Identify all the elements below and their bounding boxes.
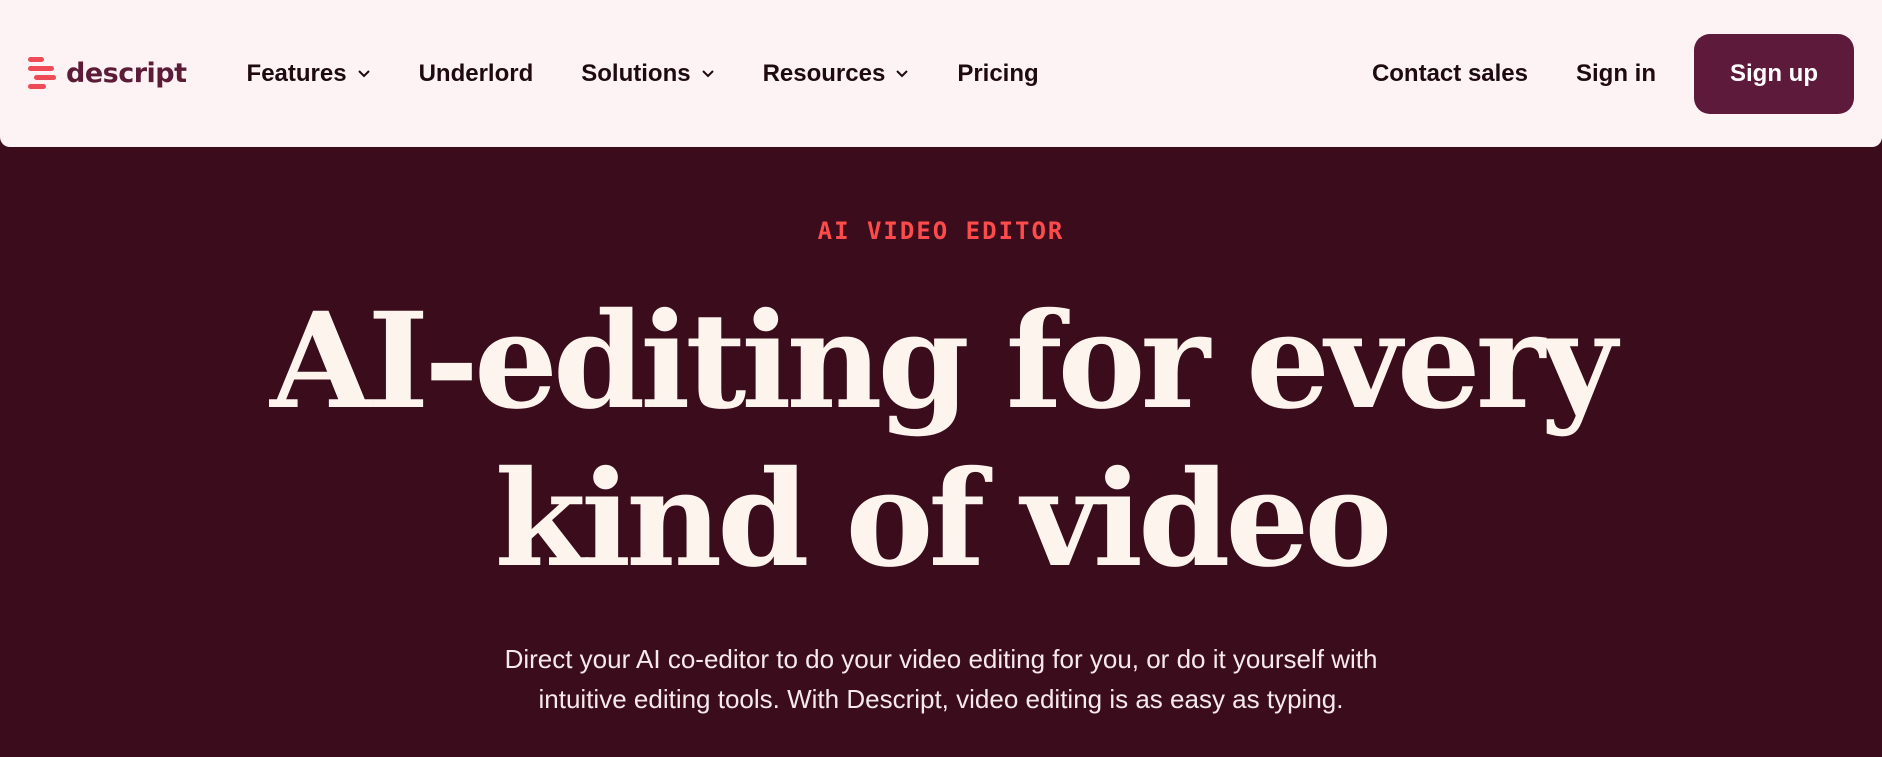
nav-item-pricing[interactable]: Pricing — [957, 60, 1038, 88]
nav-item-label: Underlord — [418, 59, 534, 87]
subtext-line-2: intuitive editing tools. With Descript, … — [538, 684, 1344, 714]
nav-item-label: Resources — [762, 59, 886, 87]
descript-logo[interactable]: descript — [28, 55, 187, 93]
hero-headline: AI-editing for every kind of video — [0, 283, 1882, 599]
top-navbar: descript Features Underlord Solutions Re… — [0, 0, 1882, 147]
nav-item-underlord[interactable]: Underlord — [419, 60, 534, 88]
descript-logo-icon — [28, 56, 56, 89]
sign-up-button[interactable]: Sign up — [1694, 33, 1854, 114]
contact-sales-link[interactable]: Contact sales — [1372, 60, 1528, 88]
nav-item-features[interactable]: Features — [247, 60, 371, 88]
primary-nav: Features Underlord Solutions Resources P… — [247, 60, 1087, 88]
nav-actions: Contact sales Sign in Sign up — [1372, 33, 1854, 114]
subtext-line-1: Direct your AI co-editor to do your vide… — [504, 644, 1378, 674]
chevron-down-icon — [896, 70, 909, 78]
chevron-down-icon — [701, 70, 714, 78]
hero-subtext: Direct your AI co-editor to do your vide… — [0, 639, 1882, 719]
nav-item-resources[interactable]: Resources — [763, 60, 910, 88]
nav-item-label: Features — [246, 59, 347, 87]
nav-item-solutions[interactable]: Solutions — [581, 60, 714, 88]
nav-item-label: Solutions — [581, 59, 691, 87]
nav-item-label: Pricing — [957, 59, 1039, 87]
hero-eyebrow: AI VIDEO EDITOR — [817, 217, 1065, 245]
headline-line-1: AI-editing for every — [270, 284, 1617, 439]
brand-name: descript — [66, 58, 187, 89]
sign-in-link[interactable]: Sign in — [1576, 60, 1656, 88]
headline-line-2: kind of video — [494, 442, 1393, 597]
hero-section: AI VIDEO EDITOR AI-editing for every kin… — [0, 147, 1882, 757]
chevron-down-icon — [357, 70, 370, 78]
